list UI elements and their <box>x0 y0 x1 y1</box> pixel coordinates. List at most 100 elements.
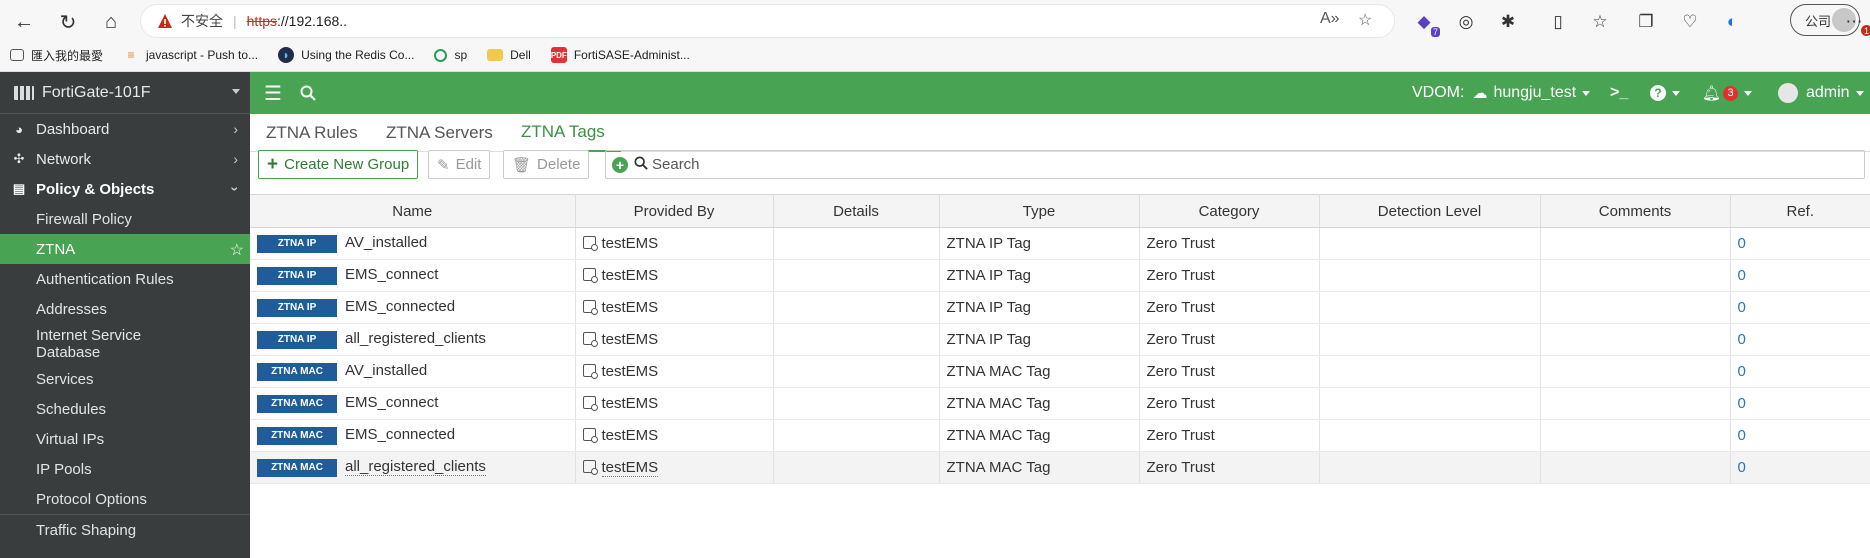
search-placeholder: Search <box>652 156 700 173</box>
sidebar-subitem-internet-service-database[interactable]: Internet Service Database <box>0 324 250 364</box>
sidebar-item-network[interactable]: ✣ Network › <box>0 144 250 174</box>
column-header-comments[interactable]: Comments <box>1540 194 1731 228</box>
column-header-ref[interactable]: Ref. <box>1730 194 1870 228</box>
add-filter-icon[interactable]: + <box>612 156 628 173</box>
delete-button[interactable]: 🗑︎ Delete <box>503 150 590 179</box>
ref-link[interactable]: 0 <box>1738 427 1746 444</box>
cell-details <box>773 227 940 260</box>
ref-link[interactable]: 0 <box>1738 395 1746 412</box>
column-header-type[interactable]: Type <box>939 194 1140 228</box>
bookmark-label: Using the Redis Co... <box>301 48 415 62</box>
cell-name: ZTNA MAC EMS_connected <box>250 419 576 452</box>
ems-connector-icon <box>582 428 598 443</box>
tab-ztna-rules[interactable]: ZTNA Rules <box>250 114 374 152</box>
chevron-down-icon <box>232 89 240 94</box>
column-header-name[interactable]: Name <box>250 194 576 228</box>
sidebar-subitem-virtual-ips[interactable]: Virtual IPs <box>0 424 250 454</box>
user-menu[interactable]: admin <box>1778 72 1864 114</box>
extension-badge: 7 <box>1430 27 1440 37</box>
bookmark-import[interactable]: 匯入我的最愛 <box>10 47 103 64</box>
column-header-provided-by[interactable]: Provided By <box>575 194 774 228</box>
sidebar-item-dashboard[interactable]: ◕ Dashboard › <box>0 114 250 144</box>
table-row[interactable]: ZTNA MAC EMS_connect testEMS ZTNA MAC Tag… <box>250 387 1870 420</box>
ref-link[interactable]: 0 <box>1738 331 1746 348</box>
sidebar-subitem-label: IP Pools <box>36 460 92 478</box>
column-header-details[interactable]: Details <box>773 194 940 228</box>
more-menu-icon[interactable]: ⋯ 1 <box>1842 10 1870 36</box>
bookmark-sp[interactable]: sp <box>434 48 467 62</box>
notifications-menu[interactable]: 🔔︎ 3 <box>1702 72 1753 114</box>
sidebar-subitem-ip-pools[interactable]: IP Pools <box>0 454 250 484</box>
ems-connector-icon <box>582 268 598 283</box>
hamburger-menu-icon[interactable]: ☰ <box>264 72 282 114</box>
cell-details <box>773 419 940 452</box>
bookmark-fortisase[interactable]: PDF FortiSASE-Administ... <box>550 47 690 63</box>
alert-badge: 1 <box>1861 25 1870 36</box>
ref-link[interactable]: 0 <box>1738 363 1746 380</box>
back-icon[interactable]: ← <box>10 8 38 36</box>
sidebar-subitem-label: Firewall Policy <box>36 210 132 228</box>
table-row[interactable]: ZTNA MAC EMS_connected testEMS ZTNA MAC T… <box>250 419 1870 452</box>
cell-name: ZTNA IP EMS_connect <box>250 259 576 292</box>
sidebar-subitem-authentication-rules[interactable]: Authentication Rules <box>0 264 250 294</box>
table-row[interactable]: ZTNA MAC AV_installed testEMS ZTNA MAC Ta… <box>250 355 1870 388</box>
cell-detection-level <box>1319 419 1541 452</box>
cli-console-icon[interactable]: >_ <box>1610 72 1628 114</box>
table-row[interactable]: ZTNA IP EMS_connected testEMS ZTNA IP Tag… <box>250 291 1870 324</box>
provider-name: testEMS <box>601 331 659 348</box>
browser-essentials-icon[interactable]: ♡ <box>1678 10 1702 34</box>
favorites-icon[interactable]: ☆ <box>1588 10 1612 34</box>
sidebar-subitem-label: Schedules <box>36 400 107 418</box>
fortigate-app: FortiGate-101F ◕ Dashboard › ✣ Network ›… <box>0 72 1870 558</box>
ref-link[interactable]: 0 <box>1738 459 1746 476</box>
ref-link[interactable]: 0 <box>1738 267 1746 284</box>
split-screen-icon[interactable]: ▯ <box>1546 10 1570 34</box>
sidebar-subitem-services[interactable]: Services <box>0 364 250 394</box>
bookmarks-bar: 匯入我的最愛 ≡ javascript - Push to... ◗ Using t… <box>0 44 700 66</box>
sidebar-subitem-addresses[interactable]: Addresses <box>0 294 250 324</box>
create-new-group-button[interactable]: + Create New Group <box>258 150 419 179</box>
sidebar-item-policy-objects[interactable]: ▤ Policy & Objects › <box>0 174 250 204</box>
copilot-icon[interactable]: ◎ <box>1454 10 1478 34</box>
sidebar-subitem-firewall-policy[interactable]: Firewall Policy <box>0 204 250 234</box>
provider-name: testEMS <box>601 363 659 380</box>
help-menu[interactable]: ? <box>1650 72 1680 114</box>
edit-button[interactable]: ✎ Edit <box>428 150 491 179</box>
bookmark-stackoverflow[interactable]: ≡ javascript - Push to... <box>123 47 259 63</box>
cell-comments <box>1540 259 1731 292</box>
favorite-star-icon[interactable]: ☆ <box>1358 10 1372 30</box>
sidebar-subitem-traffic-shaping[interactable]: Traffic Shaping <box>0 515 250 545</box>
column-header-category[interactable]: Category <box>1139 194 1320 228</box>
table-row[interactable]: ZTNA IP EMS_connect testEMS ZTNA IP Tag Z… <box>250 259 1870 292</box>
table-row[interactable]: ZTNA IP AV_installed testEMS ZTNA IP Tag … <box>250 227 1870 260</box>
table-row[interactable]: ZTNA MAC all_registered_clients testEMS Z… <box>250 451 1870 484</box>
tab-ztna-tags[interactable]: ZTNA Tags <box>505 114 621 152</box>
column-header-detection-level[interactable]: Detection Level <box>1319 194 1541 228</box>
ref-link[interactable]: 0 <box>1738 299 1746 316</box>
bookmark-dell[interactable]: Dell <box>487 48 531 62</box>
profile-label: 公司 <box>1805 13 1832 29</box>
stackoverflow-icon: ≡ <box>127 48 135 62</box>
ems-connector-icon <box>582 236 598 251</box>
ref-link[interactable]: 0 <box>1738 235 1746 252</box>
read-aloud-icon[interactable]: A» <box>1320 10 1340 28</box>
refresh-icon[interactable]: ↻ <box>54 8 82 36</box>
extension-icon[interactable]: ◆ 7 <box>1412 10 1440 37</box>
collections-icon[interactable]: ❐ <box>1634 10 1658 34</box>
sidebar-subitem-ztna[interactable]: ZTNA ☆ <box>0 234 250 264</box>
favorite-star-icon[interactable]: ☆ <box>230 240 244 260</box>
vdom-selector[interactable]: VDOM: ☁ hungju_test <box>1412 72 1591 114</box>
sidebar-subitem-protocol-options[interactable]: Protocol Options <box>0 484 250 514</box>
search-icon[interactable] <box>300 72 316 114</box>
cell-comments <box>1540 355 1731 388</box>
edge-icon[interactable]: ◐ <box>1720 10 1744 34</box>
table-row[interactable]: ZTNA IP all_registered_clients testEMS ZT… <box>250 323 1870 356</box>
extensions-puzzle-icon[interactable]: ✱ <box>1496 10 1520 34</box>
tab-ztna-servers[interactable]: ZTNA Servers <box>370 114 509 152</box>
home-icon[interactable]: ⌂ <box>97 8 125 36</box>
address-bar[interactable]: 不安全 | https://192.168.. <box>140 4 1395 38</box>
sidebar-subitem-schedules[interactable]: Schedules <box>0 394 250 424</box>
bookmark-redis[interactable]: ◗ Using the Redis Co... <box>278 47 414 63</box>
search-input[interactable]: + Search <box>605 150 1865 179</box>
device-selector[interactable]: FortiGate-101F <box>0 72 250 114</box>
